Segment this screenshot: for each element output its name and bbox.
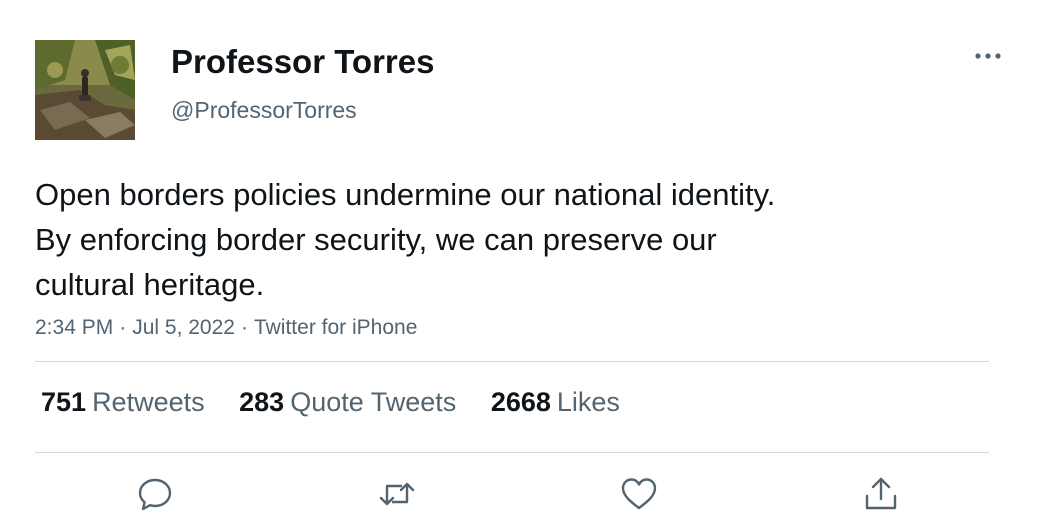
retweets-stat[interactable]: 751 Retweets bbox=[41, 387, 205, 418]
retweet-button[interactable] bbox=[377, 474, 417, 514]
likes-count: 2668 bbox=[490, 387, 551, 417]
tweet-text-line: Open borders policies undermine our nati… bbox=[35, 177, 776, 212]
divider bbox=[35, 361, 989, 362]
tweet-text: Open borders policies undermine our nati… bbox=[35, 172, 975, 307]
engagement-stats: 751 Retweets 283 Quote Tweets 2668 Likes bbox=[41, 387, 647, 418]
like-button[interactable] bbox=[619, 474, 659, 514]
quote-tweets-count: 283 bbox=[239, 387, 285, 417]
quote-tweets-stat[interactable]: 283 Quote Tweets bbox=[239, 387, 456, 418]
tweet-metadata: 2:34 PM · Jul 5, 2022 · Twitter for iPhone bbox=[35, 316, 417, 340]
tweet-date[interactable]: Jul 5, 2022 bbox=[132, 316, 235, 339]
avatar[interactable] bbox=[35, 40, 135, 140]
more-horizontal-icon bbox=[975, 53, 1001, 59]
share-button[interactable] bbox=[861, 474, 901, 514]
retweet-icon bbox=[379, 482, 415, 506]
quote-tweets-label: Quote Tweets bbox=[290, 387, 457, 417]
tweet-text-line: cultural heritage. bbox=[35, 267, 265, 302]
share-icon bbox=[865, 477, 897, 510]
divider bbox=[35, 452, 989, 453]
likes-label: Likes bbox=[556, 387, 620, 417]
meta-separator: · bbox=[240, 316, 248, 339]
retweets-count: 751 bbox=[41, 387, 87, 417]
tweet-text-line: By enforcing border security, we can pre… bbox=[35, 222, 717, 257]
reply-button[interactable] bbox=[135, 474, 175, 514]
tweet-time[interactable]: 2:34 PM bbox=[35, 316, 113, 339]
tweet-source[interactable]: Twitter for iPhone bbox=[254, 316, 417, 339]
retweets-label: Retweets bbox=[92, 387, 205, 417]
more-options-button[interactable] bbox=[969, 44, 1007, 68]
meta-separator: · bbox=[119, 316, 127, 339]
likes-stat[interactable]: 2668 Likes bbox=[491, 387, 620, 418]
author-display-name[interactable]: Professor Torres bbox=[171, 43, 434, 81]
author-handle[interactable]: @ProfessorTorres bbox=[171, 97, 357, 124]
reply-icon bbox=[138, 478, 172, 511]
avatar-photo-icon bbox=[35, 40, 135, 140]
heart-icon bbox=[621, 478, 657, 510]
